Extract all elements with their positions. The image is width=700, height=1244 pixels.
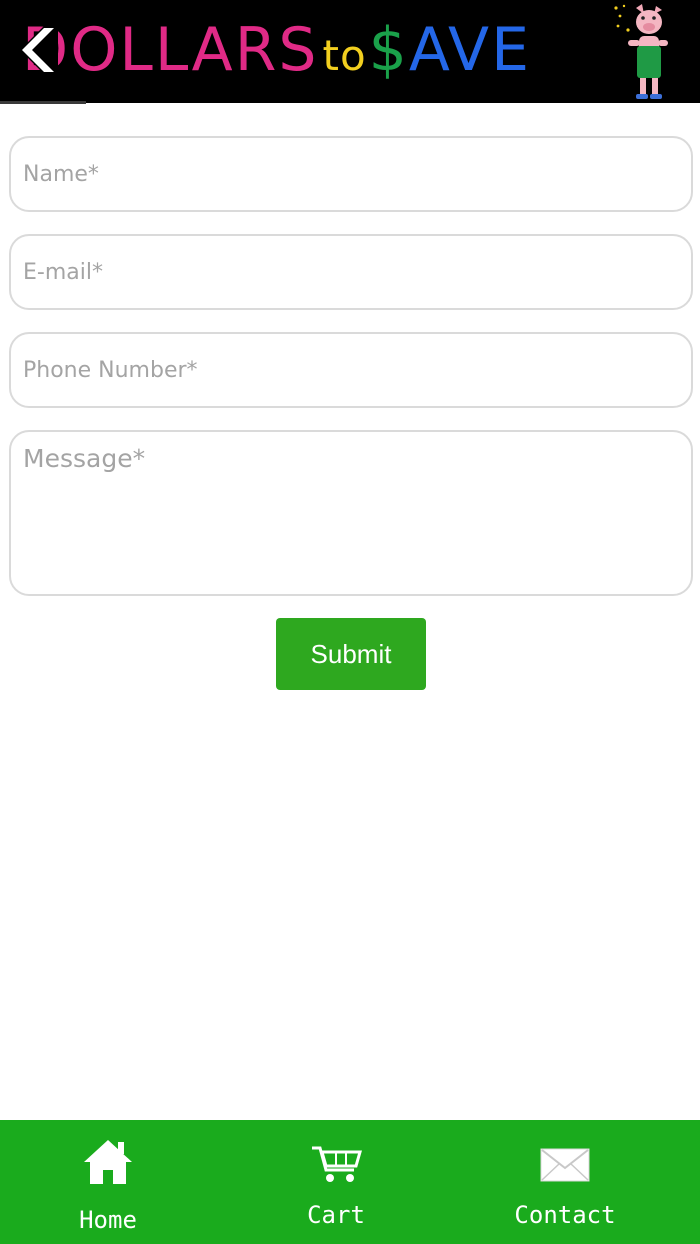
logo-ave-text: AVE (408, 15, 532, 85)
pig-mascot-icon (614, 4, 668, 99)
submit-button[interactable]: Submit (276, 618, 426, 690)
nav-contact-label: Contact (514, 1201, 616, 1229)
message-field[interactable] (9, 430, 693, 596)
logo-dollars-text: DOLLARS (22, 15, 319, 85)
cart-icon (312, 1146, 362, 1182)
email-field[interactable] (9, 234, 693, 310)
back-button[interactable] (20, 24, 62, 76)
header-divider (0, 101, 86, 104)
nav-contact[interactable]: Contact (490, 1120, 640, 1244)
logo-to-text: to (322, 31, 367, 80)
phone-number-field[interactable] (9, 332, 693, 408)
nav-cart[interactable]: Cart (266, 1120, 406, 1244)
logo-dollar-sign-text: $ (368, 15, 409, 85)
home-icon (84, 1140, 132, 1184)
back-arrow-icon (20, 24, 58, 76)
nav-home-label: Home (79, 1206, 137, 1234)
bottom-nav: Home Cart Contact (0, 1120, 700, 1244)
header: DOLLARS to $ AVE (0, 0, 700, 104)
nav-cart-label: Cart (307, 1201, 365, 1229)
nav-home[interactable]: Home (38, 1120, 178, 1244)
logo: DOLLARS to $ AVE (22, 14, 531, 86)
name-field[interactable] (9, 136, 693, 212)
mail-icon (540, 1148, 590, 1182)
